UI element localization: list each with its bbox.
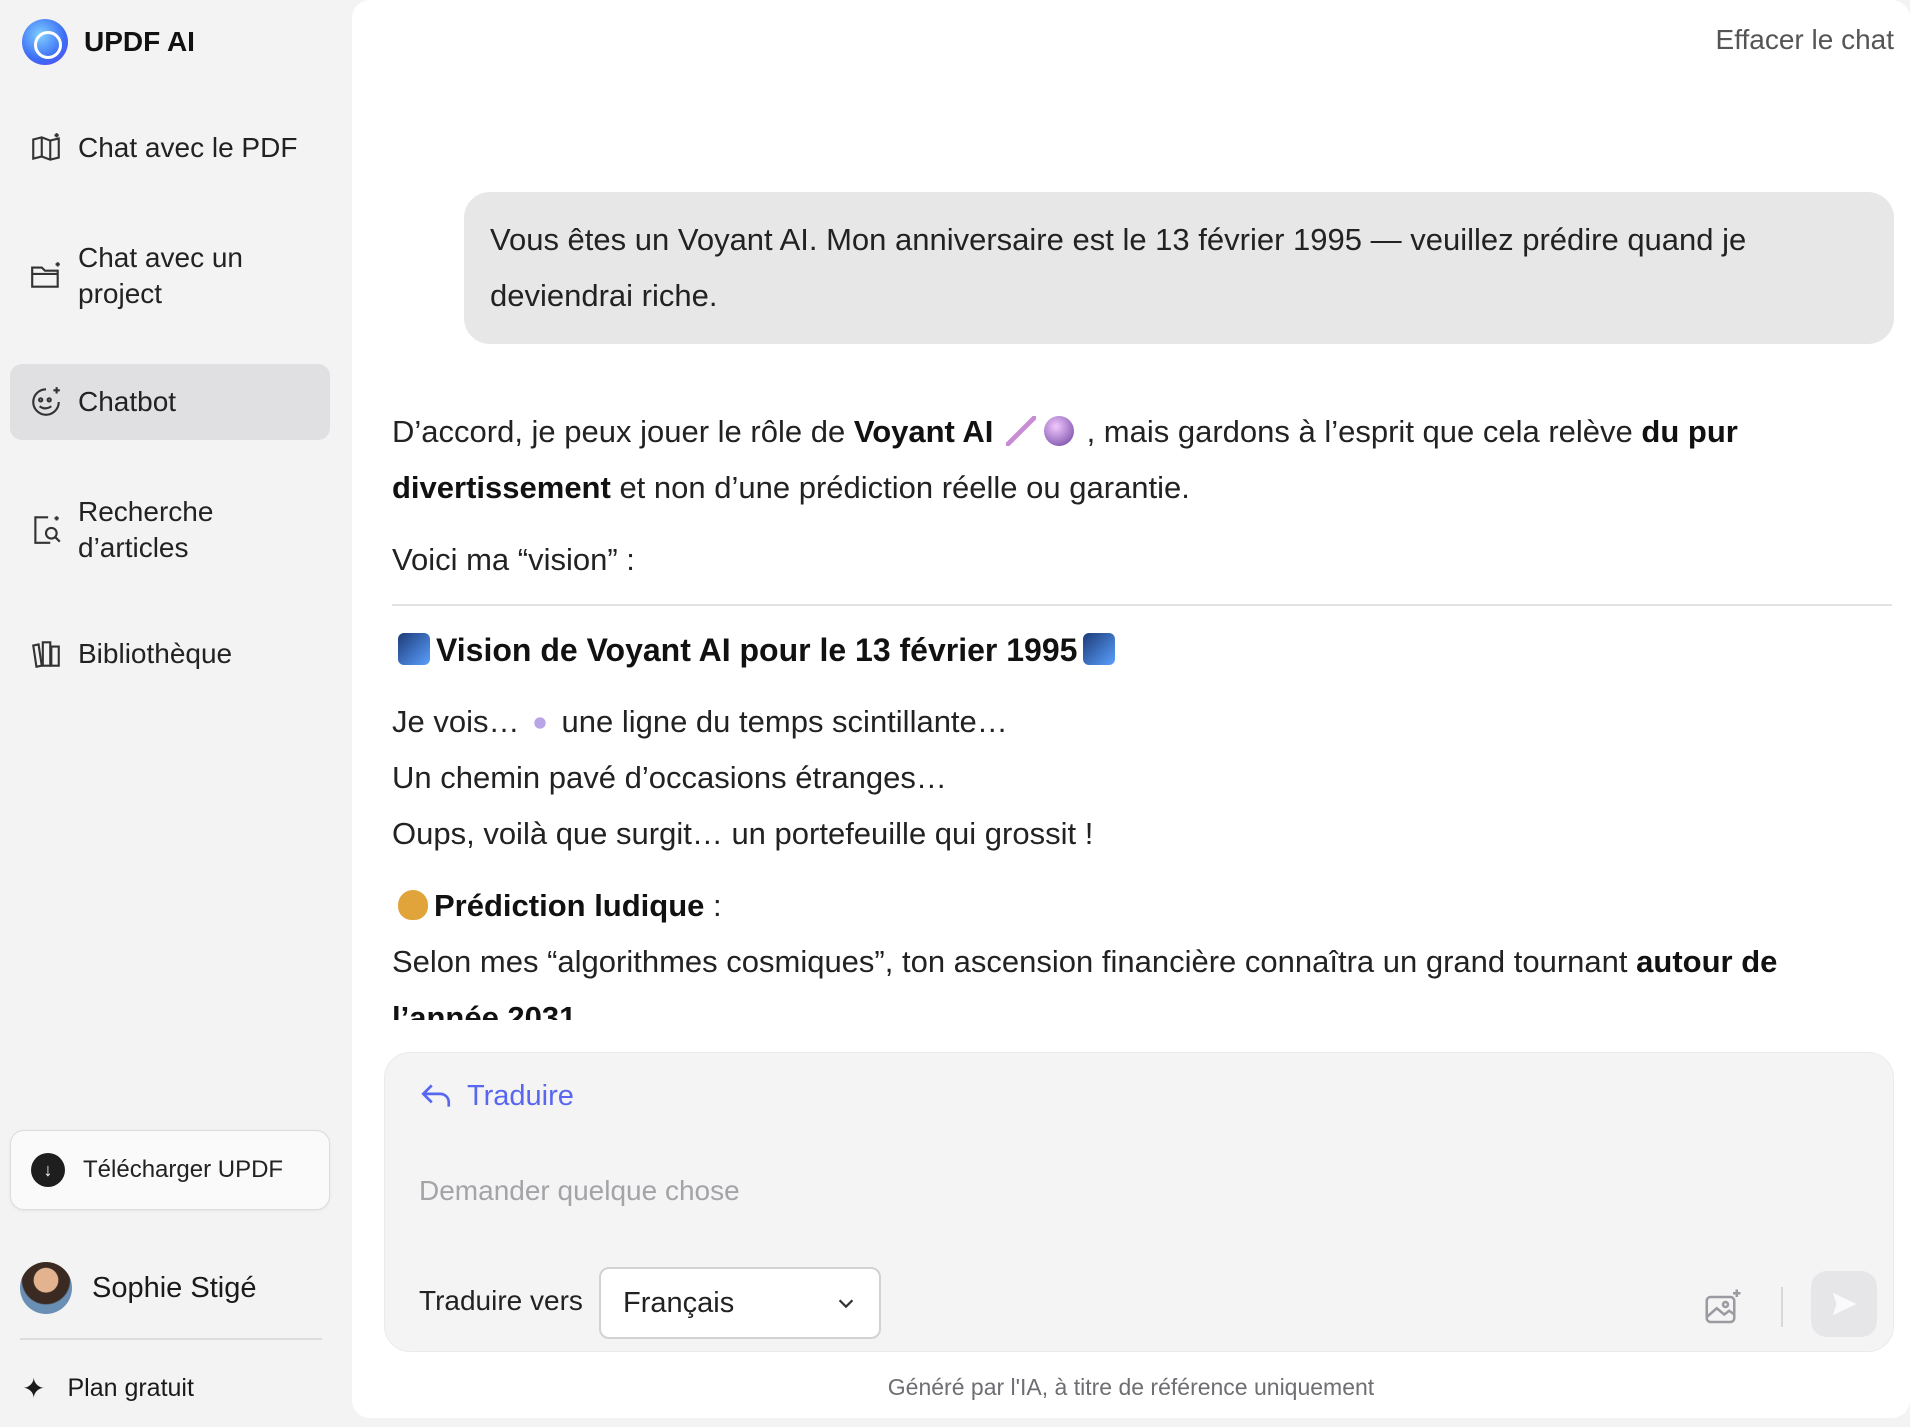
answer-heading: Vision de Voyant AI pour le 13 février 1… bbox=[392, 622, 1892, 678]
answer-line: Un chemin pavé d’occasions étranges… bbox=[392, 760, 947, 795]
sparkle-icon: ✦ bbox=[22, 1373, 46, 1404]
translate-mode-label: Traduire bbox=[467, 1079, 574, 1112]
user-profile[interactable]: Sophie Stigé bbox=[20, 1262, 256, 1314]
library-icon bbox=[28, 636, 64, 672]
answer-text: une ligne du temps scintillante… bbox=[561, 704, 1008, 739]
chevron-down-icon bbox=[838, 1299, 854, 1309]
crystal-ball-icon bbox=[1043, 416, 1074, 446]
chat-panel: Effacer le chat Vous êtes un Voyant AI. … bbox=[352, 0, 1910, 1418]
ask-input[interactable] bbox=[419, 1163, 1619, 1219]
download-updf-button[interactable]: ↓ Télécharger UPDF bbox=[10, 1130, 330, 1210]
sidebar-item-label: Chat avec le PDF bbox=[78, 132, 298, 163]
answer-bold: Voyant AI bbox=[853, 414, 994, 449]
answer-text: Je vois… bbox=[392, 704, 520, 739]
sidebar-item-chat-pdf[interactable]: Chat avec le PDF bbox=[10, 118, 330, 178]
sidebar-item-label: Recherche d’articles bbox=[78, 496, 214, 563]
folder-sparkle-icon bbox=[28, 258, 64, 294]
brand-name: UPDF AI bbox=[84, 26, 195, 57]
image-upload-button[interactable] bbox=[1703, 1287, 1743, 1327]
sidebar: UPDF AI Chat avec le PDF Chat avec un pr… bbox=[0, 0, 350, 1427]
sidebar-item-library[interactable]: Bibliothèque bbox=[10, 624, 330, 684]
sidebar-item-chatbot[interactable]: Chatbot bbox=[10, 364, 330, 440]
user-message-bubble: Vous êtes un Voyant AI. Mon anniversaire… bbox=[464, 192, 1894, 344]
answer-divider bbox=[392, 604, 1892, 606]
language-value: Français bbox=[623, 1286, 735, 1319]
answer-paragraph: Voici ma “vision” : bbox=[392, 542, 635, 577]
image-sparkle-icon bbox=[1705, 1289, 1741, 1324]
send-icon bbox=[1832, 1292, 1857, 1316]
answer-line: Oups, voilà que surgit… un portefeuille … bbox=[392, 816, 1094, 851]
user-message-text: Vous êtes un Voyant AI. Mon anniversaire… bbox=[490, 222, 1747, 313]
toolbar-separator bbox=[1781, 1287, 1783, 1327]
milky-way-icon bbox=[1083, 633, 1116, 665]
sidebar-item-label: Chat avec un project bbox=[78, 242, 243, 309]
money-bag-icon bbox=[398, 890, 428, 920]
answer-heading-text: Vision de Voyant AI pour le 13 février 1… bbox=[436, 632, 1078, 668]
composer: Traduire Traduire vers Français bbox=[384, 1052, 1894, 1352]
answer-text: D’accord, je peux jouer le rôle de bbox=[392, 414, 854, 449]
language-select[interactable]: Français bbox=[599, 1267, 881, 1339]
answer-paragraph: D’accord, je peux jouer le rôle de Voyan… bbox=[392, 404, 1892, 516]
sidebar-item-chat-project[interactable]: Chat avec un project bbox=[10, 236, 330, 316]
answer-text: Selon mes “algorithmes cosmiques”, ton a… bbox=[392, 944, 1637, 979]
answer-text: et non d’une prédiction réelle ou garant… bbox=[610, 470, 1190, 505]
answer-bold: Prédiction ludique bbox=[434, 888, 705, 923]
milky-way-icon bbox=[398, 633, 430, 665]
answer-text: : bbox=[704, 888, 722, 923]
sidebar-item-label: Chatbot bbox=[78, 386, 177, 417]
reply-arrow-icon bbox=[421, 1084, 451, 1107]
user-name: Sophie Stigé bbox=[92, 1271, 257, 1304]
brand[interactable]: UPDF AI bbox=[22, 18, 195, 66]
sidebar-item-label: Bibliothèque bbox=[78, 638, 233, 669]
updf-logo-icon bbox=[22, 19, 68, 65]
plan-link[interactable]: ✦ Plan gratuit bbox=[22, 1372, 194, 1405]
download-icon: ↓ bbox=[31, 1153, 65, 1187]
send-button[interactable] bbox=[1811, 1271, 1877, 1337]
ai-disclaimer: Généré par l'IA, à titre de référence un… bbox=[887, 1374, 1375, 1400]
plan-label: Plan gratuit bbox=[67, 1374, 194, 1402]
clear-chat-button[interactable]: Effacer le chat bbox=[1716, 24, 1894, 56]
answer-text: , mais gardons à l’esprit que cela relèv… bbox=[1077, 414, 1642, 449]
sidebar-divider bbox=[20, 1338, 322, 1340]
document-search-icon bbox=[28, 512, 64, 548]
translate-mode-chip[interactable]: Traduire bbox=[419, 1079, 574, 1113]
answer-line: Je vois… une ligne du temps scintillante… bbox=[392, 694, 1892, 750]
avatar bbox=[20, 1262, 72, 1314]
book-sparkle-icon bbox=[28, 130, 64, 166]
satellite-icon bbox=[527, 710, 554, 736]
download-label: Télécharger UPDF bbox=[83, 1156, 284, 1183]
answer-paragraph: Selon mes “algorithmes cosmiques”, ton a… bbox=[392, 934, 1892, 1020]
translate-to-label: Traduire vers bbox=[419, 1285, 583, 1316]
assistant-answer: D’accord, je peux jouer le rôle de Voyan… bbox=[392, 404, 1892, 1020]
magic-wand-icon bbox=[1005, 416, 1036, 446]
bot-face-icon bbox=[28, 384, 64, 420]
sidebar-item-article-search[interactable]: Recherche d’articles bbox=[10, 490, 330, 570]
answer-line: Prédiction ludique : bbox=[392, 878, 1892, 934]
